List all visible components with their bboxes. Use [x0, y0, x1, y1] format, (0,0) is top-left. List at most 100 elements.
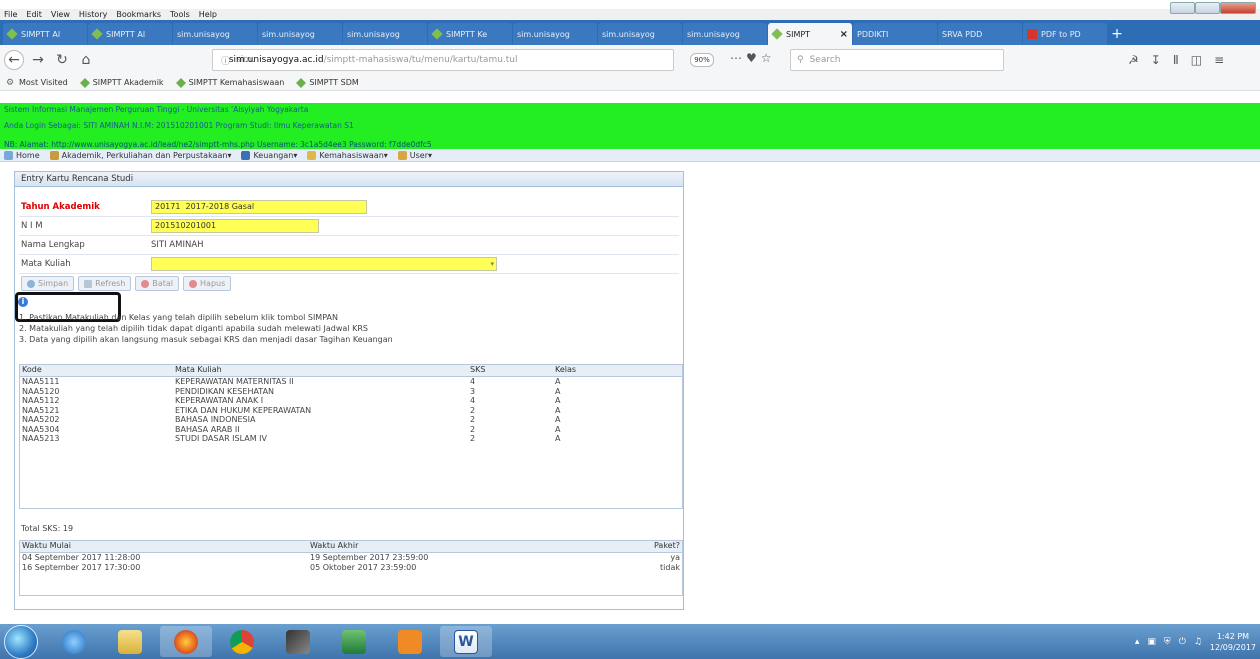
browser-tab[interactable]: sim.unisayog: [683, 23, 767, 45]
batal-label: Batal: [152, 279, 174, 288]
menu-bookmarks[interactable]: Bookmarks: [116, 10, 161, 19]
table-row[interactable]: NAA5213 STUDI DASAR ISLAM IV 2 A: [20, 434, 682, 444]
maximize-button[interactable]: [1194, 2, 1220, 14]
power-icon[interactable]: ⏻: [1179, 637, 1186, 647]
matkul-select[interactable]: ▾: [151, 256, 497, 271]
taskbar-ie[interactable]: [48, 626, 100, 657]
sidebar-icon[interactable]: ◫: [1191, 53, 1202, 67]
windows-start-icon[interactable]: [4, 624, 38, 659]
menu-keuangan[interactable]: Keuangan ▾: [241, 150, 297, 160]
nama-value: SITI AMINAH: [151, 239, 204, 250]
browser-tab[interactable]: sim.unisayog: [343, 23, 427, 45]
home-icon[interactable]: ⌂: [76, 50, 96, 70]
minimize-button[interactable]: [1170, 2, 1195, 14]
taskbar-word[interactable]: W: [440, 626, 492, 657]
table-cell: STUDI DASAR ISLAM IV: [175, 434, 268, 443]
menu-history[interactable]: History: [79, 10, 107, 19]
table-row[interactable]: NAA5202 BAHASA INDONESIA 2 A: [20, 415, 682, 425]
hamburger-menu-icon[interactable]: ≡: [1214, 53, 1224, 67]
table-row[interactable]: NAA5304 BAHASA ARAB II 2 A: [20, 425, 682, 435]
new-tab-button[interactable]: +: [1108, 23, 1126, 45]
simpan-label: Simpan: [38, 279, 69, 288]
close-tab-icon[interactable]: ×: [840, 29, 848, 40]
clock-date: 12/09/2017: [1209, 643, 1256, 652]
zoom-indicator[interactable]: 90%: [690, 53, 714, 67]
search-placeholder: Search: [809, 55, 841, 65]
browser-tab[interactable]: SIMPTT Al: [88, 23, 172, 45]
nim-field[interactable]: 201510201001: [151, 218, 319, 233]
browser-tab[interactable]: SIMPT ×: [768, 23, 852, 45]
browser-tab[interactable]: sim.unisayog: [513, 23, 597, 45]
taskbar-app-arrow[interactable]: [272, 626, 324, 657]
browser-tab[interactable]: PDDIKTI: [853, 23, 937, 45]
menu-edit[interactable]: Edit: [26, 10, 42, 19]
browser-tab[interactable]: sim.unisayog: [173, 23, 257, 45]
table-row[interactable]: NAA5120 PENDIDIKAN KESEHATAN 3 A: [20, 387, 682, 397]
navigation-bar: ← → ↻ ⌂ ⓘ sim. sim.unisayogya.ac.id/simpt…: [0, 45, 1260, 75]
pocket-icon[interactable]: ♥: [746, 51, 761, 65]
tab-label: PDF to PD: [1041, 29, 1081, 39]
menu-home[interactable]: Home: [4, 150, 40, 160]
taskbar-explorer[interactable]: [104, 626, 156, 657]
taskbar-chrome[interactable]: [216, 626, 268, 657]
table-row[interactable]: NAA5121 ETIKA DAN HUKUM KEPERAWATAN 2 A: [20, 406, 682, 416]
bookmark-simptt-sdm[interactable]: SIMPTT SDM: [296, 77, 359, 88]
diamond-icon: [79, 77, 90, 88]
close-window-button[interactable]: [1219, 2, 1256, 14]
bookmark-simptt-akademik[interactable]: SIMPTT Akademik: [79, 77, 164, 88]
clock[interactable]: 1:42 PM 12/09/2017: [1210, 631, 1256, 653]
browser-tab[interactable]: SIMPTT Ke: [428, 23, 512, 45]
browser-tab[interactable]: SRVA PDD: [938, 23, 1022, 45]
col-kelas: Kelas: [555, 365, 577, 374]
batal-button[interactable]: Batal: [135, 276, 180, 291]
menu-view[interactable]: View: [51, 10, 70, 19]
chevron-down-icon: ▾: [490, 259, 494, 268]
menu-kemahasiswaan[interactable]: Kemahasiswaan ▾: [307, 150, 388, 160]
menu-akademik[interactable]: Akademik, Perkuliahan dan Perpustakaan ▾: [49, 150, 231, 160]
course-table-header: Kode Mata Kuliah SKS Kelas: [20, 365, 682, 377]
reload-icon[interactable]: ↻: [52, 50, 72, 70]
star-icon[interactable]: ☆: [761, 51, 776, 65]
chevron-down-icon: ▾: [383, 150, 388, 160]
table-cell: 2: [470, 434, 476, 443]
taskbar-excel[interactable]: [328, 626, 380, 657]
menu-user[interactable]: User ▾: [397, 150, 432, 160]
diamond-icon: [296, 77, 307, 88]
tab-label: sim.unisayog: [517, 29, 570, 39]
menu-help[interactable]: Help: [199, 10, 217, 19]
taskbar-orange-app[interactable]: [384, 626, 436, 657]
volume-icon[interactable]: ♫: [1194, 637, 1202, 647]
show-hidden-icons-icon[interactable]: ▴: [1135, 637, 1140, 647]
browser-tab[interactable]: sim.unisayog: [258, 23, 342, 45]
browser-tab[interactable]: sim.unisayog: [598, 23, 682, 45]
url-bar[interactable]: ⓘ sim. sim.unisayogya.ac.id/simptt-mahasi…: [212, 49, 674, 71]
shield-icon[interactable]: ⛨: [1164, 637, 1171, 647]
library-icon[interactable]: Ⅱ: [1173, 53, 1179, 67]
browser-tab[interactable]: PDF to PD: [1023, 23, 1107, 45]
bookmark-most-visited[interactable]: ⚙ Most Visited: [6, 78, 68, 88]
browser-tab[interactable]: SIMPTT Al: [3, 23, 87, 45]
search-input[interactable]: ⚲ Search: [790, 49, 1004, 71]
user-icon[interactable]: ☭: [1128, 53, 1139, 67]
taskbar-firefox[interactable]: [160, 626, 212, 657]
table-row[interactable]: NAA5112 KEPERAWATAN ANAK I 4 A: [20, 396, 682, 406]
table-cell: A: [555, 377, 561, 386]
menu-file[interactable]: File: [4, 10, 17, 19]
bookmark-simptt-kemahasiswaan[interactable]: SIMPTT Kemahasiswaan: [175, 77, 284, 88]
menu-label: Home: [16, 150, 40, 160]
tahun-field[interactable]: 20171 2017-2018 Gasal: [151, 199, 367, 214]
download-icon[interactable]: ↧: [1151, 53, 1161, 67]
hapus-button[interactable]: Hapus: [183, 276, 232, 291]
table-row[interactable]: NAA5111 KEPERAWATAN MATERNITAS II 4 A: [20, 377, 682, 387]
simpan-button[interactable]: Simpan: [21, 276, 75, 291]
refresh-button[interactable]: Refresh: [78, 276, 132, 291]
app-menu: Home Akademik, Perkuliahan dan Perpustak…: [0, 149, 1260, 162]
back-arrow-icon[interactable]: ←: [4, 50, 24, 70]
col-waktu-akhir: Waktu Akhir: [310, 541, 359, 550]
menu-tools[interactable]: Tools: [170, 10, 190, 19]
page-actions[interactable]: ⋯♥☆: [730, 51, 776, 65]
note-2: 2. Matakuliah yang telah dipilih tidak d…: [19, 324, 368, 333]
forward-arrow-icon[interactable]: →: [28, 50, 48, 70]
note-3: 3. Data yang dipilih akan langsung masuk…: [19, 335, 393, 344]
network-icon[interactable]: ▣: [1147, 637, 1156, 647]
